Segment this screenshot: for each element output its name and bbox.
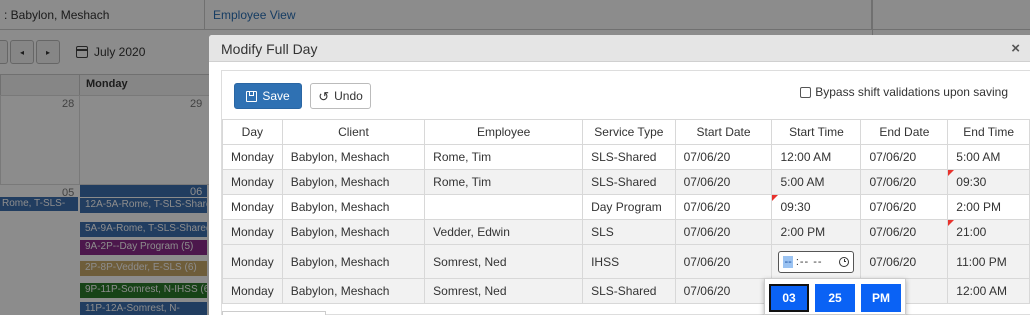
cell-end-time[interactable]: 11:00 PM	[947, 244, 1030, 279]
column-header-client[interactable]: Client	[281, 119, 426, 145]
undo-button[interactable]: ↺ Undo	[310, 83, 371, 109]
table-row[interactable]: Monday Babylon, Meshach Vedder, Edwin SL…	[222, 219, 1030, 245]
cell-start-date[interactable]: 07/06/20	[674, 194, 773, 220]
modal-header: Modify Full Day ×	[209, 35, 1030, 62]
cell-service-type[interactable]: Day Program	[582, 194, 676, 220]
column-header-start-time[interactable]: Start Time	[771, 119, 862, 145]
start-time-input[interactable]: -- :-- --	[778, 250, 855, 273]
minute-period-segments[interactable]: :-- --	[796, 256, 823, 268]
column-header-start-date[interactable]: Start Date	[674, 119, 773, 145]
cell-start-date[interactable]: 07/06/20	[674, 278, 773, 304]
cell-day: Monday	[222, 219, 283, 245]
clock-icon[interactable]	[839, 256, 850, 267]
cell-end-time[interactable]: 09:30	[947, 169, 1030, 195]
undo-icon: ↺	[318, 88, 330, 104]
cell-employee[interactable]: Vedder, Edwin	[424, 219, 584, 245]
table-row[interactable]: Monday Babylon, Meshach Rome, Tim SLS-Sh…	[222, 169, 1030, 195]
cell-end-date[interactable]: 07/06/20	[860, 194, 949, 220]
table-row-selected[interactable]: Monday Babylon, Meshach Somrest, Ned IHS…	[222, 244, 1030, 279]
cell-start-time[interactable]: 2:00 PM	[771, 219, 862, 245]
cell-employee[interactable]	[424, 194, 584, 220]
cell-end-date[interactable]: 07/06/20	[860, 219, 949, 245]
modify-full-day-modal: Modify Full Day × Save ↺ Undo Bypass shi…	[209, 35, 1030, 315]
hour-segment[interactable]: --	[783, 255, 793, 268]
bypass-validations[interactable]: Bypass shift validations upon saving	[800, 85, 1008, 99]
cell-start-time[interactable]: 12:00 AM	[771, 144, 862, 170]
cell-client: Babylon, Meshach	[281, 244, 426, 279]
cell-day: Monday	[222, 194, 283, 220]
cell-client: Babylon, Meshach	[281, 194, 426, 220]
cell-start-time[interactable]: 5:00 AM	[771, 169, 862, 195]
floppy-disk-icon	[246, 90, 258, 102]
column-header-day[interactable]: Day	[222, 119, 283, 145]
cell-employee[interactable]: Somrest, Ned	[424, 244, 584, 279]
save-label: Save	[262, 89, 290, 103]
column-header-service-type[interactable]: Service Type	[582, 119, 676, 145]
cell-end-time[interactable]: 2:00 PM	[947, 194, 1030, 220]
cell-end-date[interactable]: 07/06/20	[860, 144, 949, 170]
modal-body: Save ↺ Undo Bypass shift validations upo…	[221, 70, 1030, 315]
cell-service-type[interactable]: SLS	[582, 219, 676, 245]
cell-start-date[interactable]: 07/06/20	[674, 169, 773, 195]
hour-option[interactable]: 03	[769, 284, 809, 312]
cell-start-date[interactable]: 07/06/20	[674, 219, 773, 245]
cell-start-date[interactable]: 07/06/20	[674, 144, 773, 170]
table-row[interactable]: Monday Babylon, Meshach Day Program 07/0…	[222, 194, 1030, 220]
toolbar: Save ↺ Undo Bypass shift validations upo…	[222, 71, 1030, 114]
cell-employee[interactable]: Rome, Tim	[424, 169, 584, 195]
cell-employee[interactable]: Rome, Tim	[424, 144, 584, 170]
cell-client: Babylon, Meshach	[281, 144, 426, 170]
cell-start-time-editor[interactable]: -- :-- --	[771, 244, 862, 279]
cell-day: Monday	[222, 244, 283, 279]
cell-day: Monday	[222, 144, 283, 170]
bypass-checkbox[interactable]	[800, 86, 812, 98]
cell-end-time[interactable]: 12:00 AM	[947, 278, 1030, 304]
cell-start-time[interactable]: 09:30	[771, 194, 862, 220]
cell-end-date[interactable]: 07/06/20	[860, 244, 949, 279]
save-button[interactable]: Save	[234, 83, 302, 109]
shifts-table: Day Client Employee Service Type Start D…	[222, 119, 1030, 304]
cell-service-type[interactable]: SLS-Shared	[582, 144, 676, 170]
bypass-label: Bypass shift validations upon saving	[815, 85, 1008, 99]
table-header-row: Day Client Employee Service Type Start D…	[222, 119, 1030, 145]
column-header-end-date[interactable]: End Date	[860, 119, 949, 145]
time-picker-dropdown: 03 25 PM	[764, 278, 906, 315]
column-header-employee[interactable]: Employee	[424, 119, 584, 145]
cell-client: Babylon, Meshach	[281, 169, 426, 195]
cell-start-date[interactable]: 07/06/20	[674, 244, 773, 279]
cell-end-time[interactable]: 5:00 AM	[947, 144, 1030, 170]
period-option[interactable]: PM	[861, 284, 901, 312]
modal-title: Modify Full Day	[221, 41, 318, 57]
table-pager[interactable]	[222, 311, 326, 315]
cell-service-type[interactable]: IHSS	[582, 244, 676, 279]
cell-day: Monday	[222, 278, 283, 304]
cell-service-type[interactable]: SLS-Shared	[582, 278, 676, 304]
cell-employee[interactable]: Somrest, Ned	[424, 278, 584, 304]
cell-day: Monday	[222, 169, 283, 195]
cell-end-date[interactable]: 07/06/20	[860, 169, 949, 195]
table-row[interactable]: Monday Babylon, Meshach Rome, Tim SLS-Sh…	[222, 144, 1030, 170]
close-icon[interactable]: ×	[1011, 40, 1020, 57]
cell-end-time[interactable]: 21:00	[947, 219, 1030, 245]
column-header-end-time[interactable]: End Time	[947, 119, 1030, 145]
undo-label: Undo	[334, 89, 363, 103]
cell-service-type[interactable]: SLS-Shared	[582, 169, 676, 195]
table-row[interactable]: Monday Babylon, Meshach Somrest, Ned SLS…	[222, 278, 1030, 304]
cell-client: Babylon, Meshach	[281, 278, 426, 304]
minute-option[interactable]: 25	[815, 284, 855, 312]
cell-client: Babylon, Meshach	[281, 219, 426, 245]
